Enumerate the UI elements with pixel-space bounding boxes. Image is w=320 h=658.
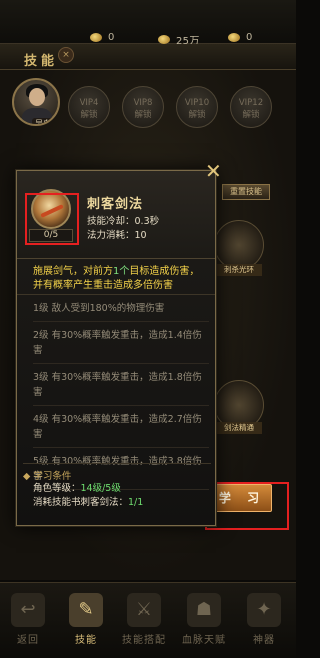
description-target-count: 1个: [113, 266, 130, 277]
currency-gold-value: 0: [108, 32, 115, 43]
vip-slot-2-level: VIP8: [133, 98, 153, 108]
tab-bloodline-label: 血脉天赋: [182, 635, 226, 646]
player-name: 吴白升: [32, 118, 58, 124]
list-item: 1级 敌人受到180%的物理伤害: [33, 301, 209, 322]
artifact-icon: ✦: [247, 593, 281, 627]
popup-header: 0/5 刺客剑法 技能冷却：0.3秒 法力消耗：10: [17, 171, 215, 259]
silver-coin-icon: [158, 35, 170, 44]
avatar[interactable]: 吴白升: [12, 78, 60, 126]
vip-slot-1-lock: 解锁: [80, 110, 98, 120]
condition-level: 角色等级：14级/5级: [23, 482, 211, 496]
vip-slot-3[interactable]: VIP10 解锁: [176, 86, 218, 128]
avatar-face: [29, 88, 45, 106]
condition-book: 消耗技能书刺客剑法：1/1: [23, 496, 211, 510]
tab-artifact[interactable]: ✦ 神器: [238, 589, 290, 653]
currency-ingot: 0: [228, 32, 253, 43]
conditions-title: ◆ 学习条件: [23, 471, 72, 482]
gold-coin-icon: [90, 33, 102, 42]
panel-header: 技能 ×: [0, 44, 296, 70]
vip-slot-1-level: VIP4: [79, 98, 99, 108]
highlight-box-learn: [205, 482, 289, 530]
condition-level-label: 角色等级：: [33, 483, 81, 494]
vip-slot-2-lock: 解锁: [134, 110, 152, 120]
vip-slot-4[interactable]: VIP12 解锁: [230, 86, 272, 128]
ingot-icon: [228, 33, 240, 42]
description-part-b: 目标造成伤害，: [129, 266, 200, 277]
vip-slot-4-level: VIP12: [238, 98, 264, 108]
description-line-1: 施展剑气，对前方1个目标造成伤害，: [33, 265, 215, 279]
skill-tag-mastery: 剑法精通: [216, 422, 262, 434]
skill-name: 刺客剑法: [87, 197, 144, 212]
skill-tag-aura: 刺杀光环: [216, 264, 262, 276]
list-item: 2级 有30%概率触发重击，造成1.4倍伤害: [33, 328, 209, 364]
vip-slot-1[interactable]: VIP4 解锁: [68, 86, 110, 128]
skill-slot-row: 吴白升 VIP4 解锁 VIP8 解锁 VIP10 解锁 VIP12 解锁: [0, 78, 296, 130]
highlight-box-level: [25, 193, 79, 245]
vip-slot-2[interactable]: VIP8 解锁: [122, 86, 164, 128]
tab-skills-label: 技能: [75, 635, 97, 646]
back-icon: ↩: [11, 593, 45, 627]
tab-back-label: 返回: [17, 635, 39, 646]
skill-mana-cost: 法力消耗：10: [87, 230, 147, 241]
skill-detail-popup: 0/5 刺客剑法 技能冷却：0.3秒 法力消耗：10 施展剑气，对前方1个目标造…: [16, 170, 216, 526]
currency-gold: 0: [90, 32, 115, 43]
page-title: 技能: [24, 54, 59, 69]
condition-level-value: 14级/5级: [80, 483, 121, 494]
vip-slot-4-lock: 解锁: [242, 110, 260, 120]
skill-book-icon: ✎: [69, 593, 103, 627]
vip-slot-3-level: VIP10: [184, 98, 210, 108]
skill-description: 施展剑气，对前方1个目标造成伤害， 并有概率产生重击造成多倍伤害: [17, 259, 215, 295]
currency-bar: 0 25万 0: [0, 0, 296, 47]
condition-book-value: 1/1: [128, 497, 144, 508]
condition-book-label: 消耗技能书刺客剑法：: [33, 497, 129, 508]
vip-slot-3-lock: 解锁: [188, 110, 206, 120]
header-close-button[interactable]: ×: [58, 47, 74, 63]
tab-skill-combo[interactable]: ⚔ 技能搭配: [118, 589, 170, 653]
tab-back[interactable]: ↩ 返回: [2, 589, 54, 653]
list-item: 3级 有30%概率触发重击，造成1.8倍伤害: [33, 370, 209, 406]
learn-conditions: ◆ 学习条件 角色等级：14级/5级 消耗技能书刺客剑法：1/1: [23, 463, 211, 511]
tab-artifact-label: 神器: [253, 635, 275, 646]
tab-skills[interactable]: ✎ 技能: [60, 589, 112, 653]
list-item: 4级 有30%概率触发重击，造成2.7倍伤害: [33, 412, 209, 448]
description-part-a: 施展剑气，对前方: [33, 266, 113, 277]
bottom-tab-bar: ↩ 返回 ✎ 技能 ⚔ 技能搭配 ☗ 血脉天赋 ✦ 神器: [0, 582, 296, 658]
currency-ingot-value: 0: [246, 32, 253, 43]
tab-skill-combo-label: 技能搭配: [122, 635, 166, 646]
swords-icon: ⚔: [127, 593, 161, 627]
skill-cooldown: 技能冷却：0.3秒: [87, 216, 160, 227]
skill-slot-aura[interactable]: [214, 220, 264, 270]
description-line-2: 并有概率产生重击造成多倍伤害: [33, 280, 173, 291]
bloodline-icon: ☗: [187, 593, 221, 627]
reset-skills-button[interactable]: 重置技能: [222, 184, 270, 200]
tab-bloodline[interactable]: ☗ 血脉天赋: [178, 589, 230, 653]
popup-close-icon[interactable]: ✕: [205, 161, 222, 181]
